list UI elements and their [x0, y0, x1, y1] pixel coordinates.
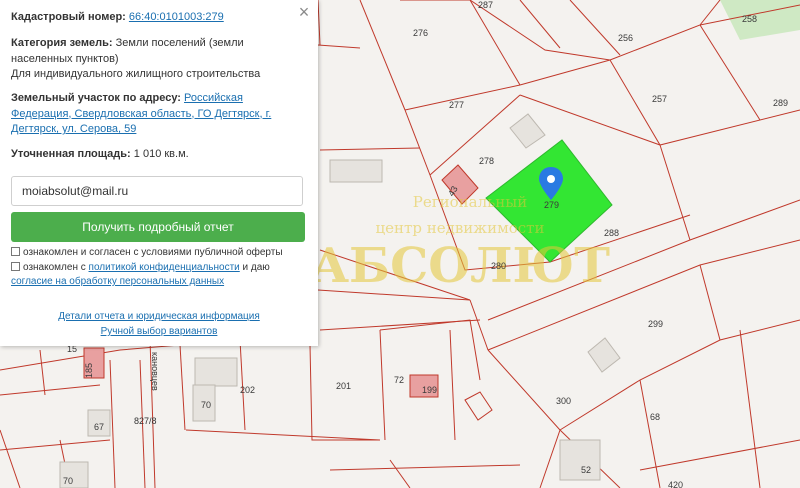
area-label: Уточненная площадь:: [11, 148, 131, 160]
area-row: Уточненная площадь: 1 010 кв.м.: [11, 147, 295, 163]
privacy-policy-link[interactable]: политикой конфиденциальности: [89, 262, 240, 273]
plot-label-67: 67: [94, 422, 104, 432]
privacy-consent-mid: и даю: [242, 262, 270, 273]
plot-label-256: 256: [618, 33, 633, 43]
cadastral-number-link[interactable]: 66:40:0101003:279: [129, 11, 224, 23]
plot-label-279: 279: [544, 200, 559, 210]
plot-label-299: 299: [648, 319, 663, 329]
plot-label-277: 277: [449, 100, 464, 110]
plot-label-289: 289: [773, 98, 788, 108]
plot-info-panel: × Кадастровый номер: 66:40:0101003:279 К…: [0, 0, 318, 346]
category-use: Для индивидуального жилищного строительс…: [11, 68, 261, 80]
plot-label-70: 70: [201, 400, 211, 410]
cadastral-row: Кадастровый номер: 66:40:0101003:279: [11, 10, 295, 26]
offer-consent-text: ознакомлен и согласен с условиями публич…: [23, 247, 283, 258]
watermark-line3: АБСОЛЮТ: [310, 238, 610, 294]
plot-label-276: 276: [413, 28, 428, 38]
plot-label-201: 201: [336, 381, 351, 391]
category-row: Категория земель: Земли поселений (земли…: [11, 36, 295, 83]
plot-label-68: 68: [650, 412, 660, 422]
plot-label-199: 199: [422, 385, 437, 395]
privacy-consent-row: ознакомлен с политикой конфиденциальност…: [11, 261, 303, 289]
address-label: Земельный участок по адресу:: [11, 92, 181, 104]
close-icon[interactable]: ×: [295, 3, 313, 21]
cadastral-label: Кадастровый номер:: [11, 11, 126, 23]
plot-label-278: 278: [479, 156, 494, 166]
plot-label-287: 287: [478, 0, 493, 10]
plot-label-420: 420: [668, 480, 683, 488]
get-report-button[interactable]: Получить подробный отчет: [11, 212, 305, 242]
offer-consent-checkbox[interactable]: [11, 247, 20, 256]
area-value: 1 010 кв.м.: [133, 148, 189, 160]
privacy-consent-prefix: ознакомлен с: [23, 262, 86, 273]
report-details-link[interactable]: Детали отчета и юридическая информация: [0, 311, 318, 322]
plot-label-52: 52: [581, 465, 591, 475]
address-row: Земельный участок по адресу: Российская …: [11, 91, 295, 138]
offer-consent-row: ознакомлен и согласен с условиями публич…: [11, 246, 303, 260]
data-processing-consent-link[interactable]: согласие на обработку персональных данны…: [11, 276, 224, 287]
plot-label-70b: 70: [63, 476, 73, 486]
street-label-kanovtsev: кановцев: [150, 352, 160, 391]
category-label: Категория земель:: [11, 37, 113, 49]
plot-label-280: 280: [491, 261, 506, 271]
email-field[interactable]: moiabsolut@mail.ru: [11, 176, 303, 206]
plot-label-257: 257: [652, 94, 667, 104]
plot-label-185: 185: [84, 363, 94, 378]
plot-label-258: 258: [742, 14, 757, 24]
street-label-827-8: 827/8: [134, 416, 157, 426]
plot-label-202: 202: [240, 385, 255, 395]
watermark-line1: Региональный: [413, 193, 527, 211]
privacy-consent-checkbox[interactable]: [11, 262, 20, 271]
manual-selection-link[interactable]: Ручной выбор вариантов: [0, 326, 318, 337]
watermark-line2: центр недвижимости: [376, 219, 545, 237]
plot-label-300: 300: [556, 396, 571, 406]
plot-label-288: 288: [604, 228, 619, 238]
plot-label-72: 72: [394, 375, 404, 385]
